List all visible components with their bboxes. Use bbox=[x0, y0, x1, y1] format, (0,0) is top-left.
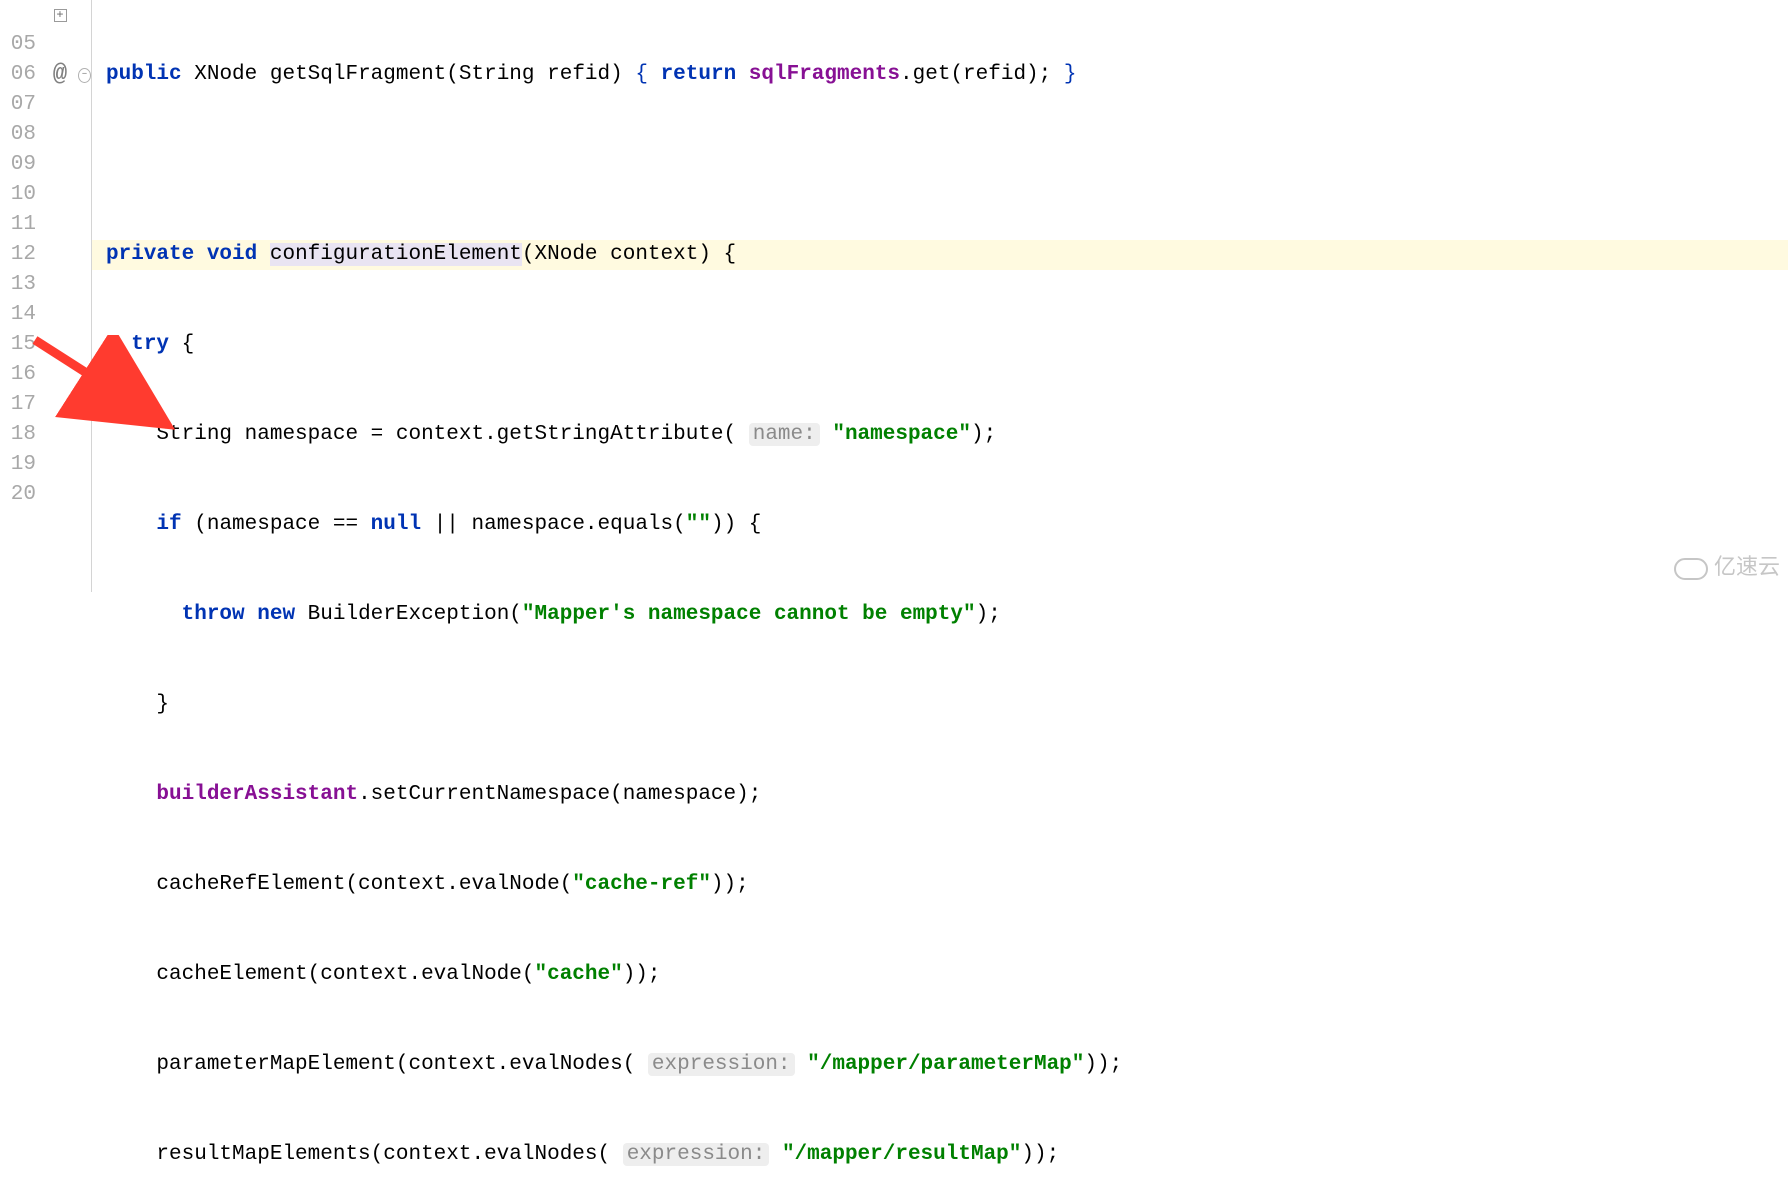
watermark-text: 亿速云 bbox=[1714, 554, 1780, 584]
inlay-hint: expression: bbox=[648, 1053, 795, 1076]
code-line[interactable]: cacheRefElement(context.evalNode("cache-… bbox=[106, 870, 1788, 900]
line-number: 19 bbox=[0, 450, 36, 480]
marker-gutter: + @ bbox=[42, 0, 78, 592]
code-line[interactable]: cacheElement(context.evalNode("cache")); bbox=[106, 960, 1788, 990]
code-line[interactable]: resultMapElements(context.evalNodes( exp… bbox=[106, 1140, 1788, 1170]
line-number: 14 bbox=[0, 300, 36, 330]
line-number: 09 bbox=[0, 150, 36, 180]
code-line[interactable]: try { bbox=[106, 330, 1788, 360]
code-line[interactable]: builderAssistant.setCurrentNamespace(nam… bbox=[106, 780, 1788, 810]
cloud-icon bbox=[1674, 558, 1708, 580]
line-number bbox=[0, 0, 36, 30]
line-number: 15 bbox=[0, 330, 36, 360]
inlay-hint: name: bbox=[749, 423, 820, 446]
line-number: 13 bbox=[0, 270, 36, 300]
line-number: 08 bbox=[0, 120, 36, 150]
line-number: 20 bbox=[0, 480, 36, 510]
expand-icon[interactable]: + bbox=[54, 9, 67, 22]
watermark: 亿速云 bbox=[1674, 554, 1780, 584]
line-number: 05 bbox=[0, 30, 36, 60]
line-number: 12 bbox=[0, 240, 36, 270]
inlay-hint: expression: bbox=[623, 1143, 770, 1166]
line-number: 17 bbox=[0, 390, 36, 420]
code-line[interactable]: throw new BuilderException("Mapper's nam… bbox=[106, 600, 1788, 630]
code-editor[interactable]: 05 06 07 08 09 10 11 12 13 14 15 16 17 1… bbox=[0, 0, 1788, 592]
line-number: 11 bbox=[0, 210, 36, 240]
line-number: 18 bbox=[0, 420, 36, 450]
code-line[interactable]: } bbox=[106, 690, 1788, 720]
line-number-gutter: 05 06 07 08 09 10 11 12 13 14 15 16 17 1… bbox=[0, 0, 42, 592]
code-line[interactable]: parameterMapElement(context.evalNodes( e… bbox=[106, 1050, 1788, 1080]
override-gutter-icon[interactable]: @ bbox=[53, 60, 67, 90]
line-number: 06 bbox=[0, 60, 36, 90]
code-line[interactable]: public XNode getSqlFragment(String refid… bbox=[106, 60, 1788, 90]
code-line[interactable]: String namespace = context.getStringAttr… bbox=[106, 420, 1788, 450]
fold-gutter: – bbox=[78, 0, 92, 592]
line-number: 10 bbox=[0, 180, 36, 210]
code-line[interactable]: if (namespace == null || namespace.equal… bbox=[106, 510, 1788, 540]
fold-icon[interactable]: – bbox=[78, 68, 91, 83]
line-number: 07 bbox=[0, 90, 36, 120]
code-line[interactable] bbox=[106, 150, 1788, 180]
line-number bbox=[0, 510, 36, 540]
code-line-current[interactable]: private void configurationElement(XNode … bbox=[92, 240, 1788, 270]
code-area[interactable]: public XNode getSqlFragment(String refid… bbox=[92, 0, 1788, 592]
line-number: 16 bbox=[0, 360, 36, 390]
